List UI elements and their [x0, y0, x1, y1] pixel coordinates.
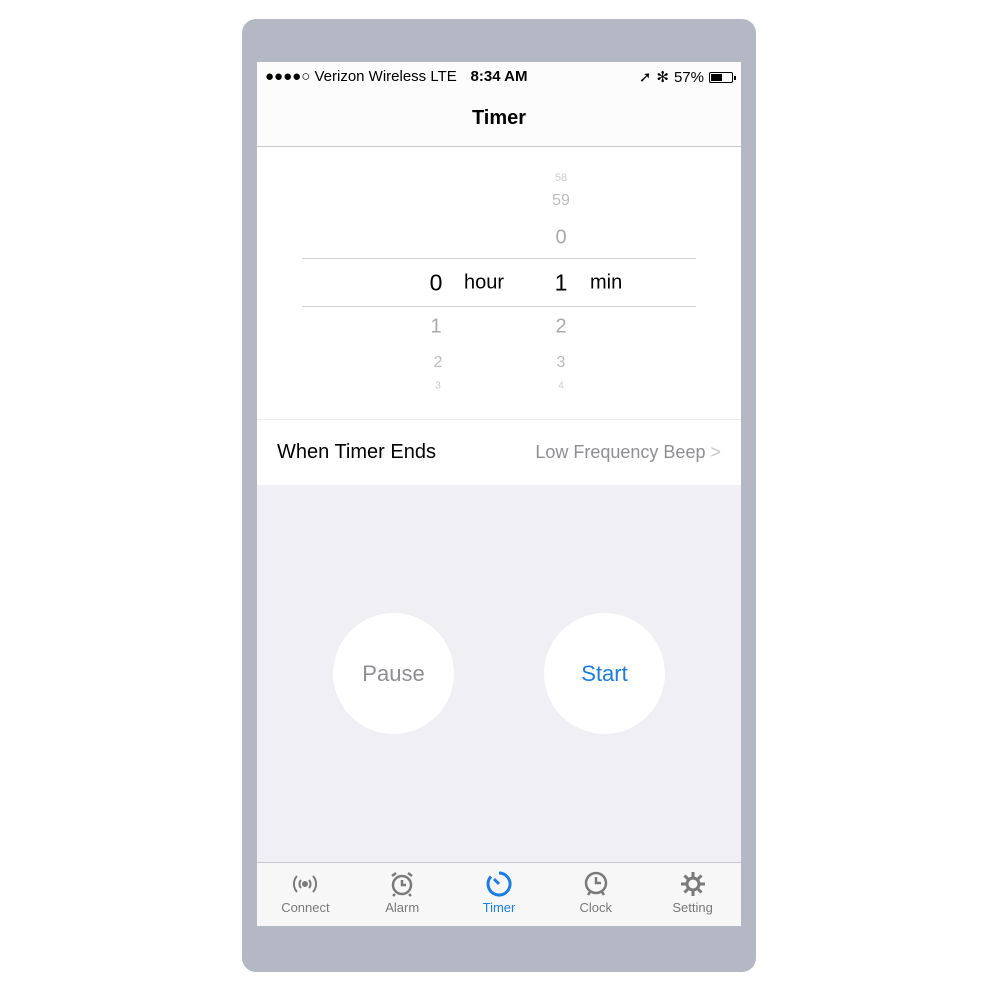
tab-setting[interactable]: Setting	[644, 863, 741, 926]
timer-icon	[486, 871, 512, 897]
screen: ●●●●○ Verizon Wireless LTE 8:34 AM ➚ ✻ 57%…	[257, 62, 741, 926]
battery-percent: 57%	[673, 68, 704, 86]
start-button[interactable]: Start	[544, 613, 665, 734]
tab-label: Timer	[482, 900, 516, 915]
hour-unit: hour	[464, 271, 505, 294]
minute-option[interactable]: 59	[552, 192, 570, 210]
tab-label: Clock	[579, 900, 613, 915]
hour-option[interactable]: 1	[430, 316, 441, 339]
broadcast-icon	[293, 875, 318, 893]
when-timer-ends-row[interactable]: When Timer Ends Low Frequency Beep >	[257, 419, 741, 485]
bluetooth-icon: ✻	[656, 69, 669, 86]
timer-picker[interactable]: 58 59 0 0 hour 1 min 1 2 3 2 3 4	[257, 147, 741, 419]
tab-bar: Connect Alarm Timer Clock Setting	[257, 862, 741, 926]
tab-label: Setting	[672, 900, 713, 915]
clock-icon	[584, 871, 608, 896]
tab-alarm[interactable]: Alarm	[354, 863, 451, 926]
minute-option[interactable]: 4	[558, 381, 564, 392]
alarm-clock-icon	[391, 872, 413, 897]
page-title: Timer	[257, 90, 741, 147]
battery-icon	[709, 71, 736, 83]
setting-value: Low Frequency Beep	[535, 442, 706, 462]
chevron-right-icon: >	[710, 442, 721, 462]
tab-clock[interactable]: Clock	[547, 863, 644, 926]
minute-option[interactable]: 2	[555, 316, 566, 339]
status-bar: ●●●●○ Verizon Wireless LTE 8:34 AM ➚ ✻ 57%	[257, 62, 741, 90]
minute-option[interactable]: 58	[555, 172, 567, 184]
tab-timer[interactable]: Timer	[451, 863, 548, 926]
minute-option[interactable]: 3	[557, 354, 566, 372]
setting-label: When Timer Ends	[277, 441, 436, 463]
hour-option[interactable]: 3	[435, 381, 441, 392]
minute-unit: min	[590, 271, 623, 294]
tab-label: Connect	[281, 900, 330, 915]
tab-connect[interactable]: Connect	[257, 863, 354, 926]
hour-selected[interactable]: 0	[430, 270, 443, 297]
pause-button[interactable]: Pause	[333, 613, 454, 734]
tab-label: Alarm	[385, 900, 420, 915]
hour-option[interactable]: 2	[434, 354, 443, 372]
minute-selected[interactable]: 1	[555, 270, 568, 297]
gear-icon	[680, 872, 705, 896]
minute-option[interactable]: 0	[555, 227, 566, 250]
location-icon: ➚	[638, 69, 652, 86]
